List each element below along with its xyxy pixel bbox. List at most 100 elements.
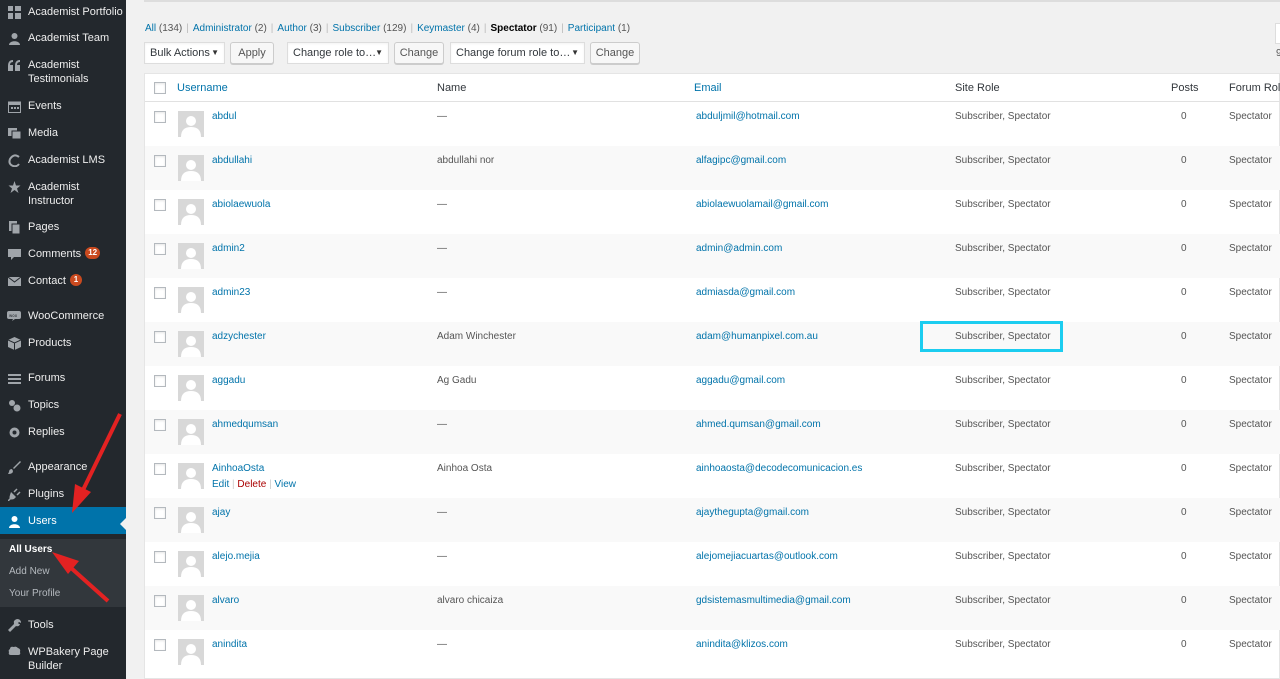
posts-count[interactable]: 0: [1181, 155, 1187, 166]
user-name: —: [437, 287, 447, 298]
username-link[interactable]: aggadu: [212, 375, 245, 386]
avatar: [178, 287, 204, 313]
email-link[interactable]: ainhoaosta@decodecomunicacion.es: [696, 463, 862, 474]
avatar: [178, 199, 204, 225]
table-row: anindita — anindita@klizos.com Subscriber, …: [145, 630, 1280, 674]
row-checkbox[interactable]: [154, 155, 166, 167]
row-checkbox[interactable]: [154, 507, 166, 519]
role-filter-links: All (134) | Administrator (2) | Author (3) | S…: [145, 23, 630, 34]
table-row: abdullahi abdullahi nor alfagipc@gmail.com…: [145, 146, 1280, 190]
row-checkbox[interactable]: [154, 595, 166, 607]
username-link[interactable]: admin2: [212, 243, 245, 254]
username-link[interactable]: admin23: [212, 287, 250, 298]
user-name: —: [437, 551, 447, 562]
forum-role: Spectator: [1229, 287, 1272, 298]
change-forum-role-button[interactable]: Change: [590, 42, 640, 64]
apply-button[interactable]: Apply: [230, 42, 274, 64]
forum-role: Spectator: [1229, 155, 1272, 166]
edit-link[interactable]: Edit: [212, 479, 229, 490]
filter-separator: |: [410, 23, 414, 34]
row-checkbox[interactable]: [154, 419, 166, 431]
email-link[interactable]: ajaythegupta@gmail.com: [696, 507, 809, 518]
change-role-button[interactable]: Change: [394, 42, 444, 64]
user-name: —: [437, 507, 447, 518]
column-username[interactable]: Username: [177, 82, 228, 94]
posts-count[interactable]: 0: [1181, 331, 1187, 342]
column-email[interactable]: Email: [694, 82, 722, 94]
username-link[interactable]: anindita: [212, 639, 247, 650]
table-header: Username Name Email Site Role Posts Foru…: [145, 74, 1280, 102]
table-row: ahmedqumsan — ahmed.qumsan@gmail.com Subscr…: [145, 410, 1280, 454]
select-all-checkbox[interactable]: [154, 82, 166, 94]
user-name: Ainhoa Osta: [437, 463, 493, 474]
change-role-select[interactable]: Change role to… ▼: [287, 42, 389, 64]
dropdown-arrow-icon: ▼: [211, 48, 219, 57]
row-checkbox[interactable]: [154, 551, 166, 563]
email-link[interactable]: abiolaewuolamail@gmail.com: [696, 199, 828, 210]
row-checkbox[interactable]: [154, 287, 166, 299]
posts-count[interactable]: 0: [1181, 419, 1187, 430]
posts-count[interactable]: 0: [1181, 507, 1187, 518]
posts-count[interactable]: 0: [1181, 375, 1187, 386]
delete-link[interactable]: Delete: [237, 479, 266, 490]
username-link[interactable]: AinhoaOsta: [212, 463, 264, 474]
email-link[interactable]: gdsistemasmultimedia@gmail.com: [696, 595, 851, 606]
filter-spectator[interactable]: Spectator: [490, 23, 536, 34]
posts-count[interactable]: 0: [1181, 199, 1187, 210]
avatar: [178, 243, 204, 269]
user-name: —: [437, 111, 447, 122]
username-link[interactable]: ahmedqumsan: [212, 419, 278, 430]
site-role: Subscriber, Spectator: [955, 243, 1051, 254]
search-input-edge[interactable]: [1275, 23, 1280, 44]
username-link[interactable]: alejo.mejia: [212, 551, 260, 562]
username-link[interactable]: ajay: [212, 507, 230, 518]
row-checkbox[interactable]: [154, 639, 166, 651]
row-checkbox[interactable]: [154, 199, 166, 211]
site-role: Subscriber, Spectator: [955, 507, 1051, 518]
avatar: [178, 595, 204, 621]
filter-keymaster[interactable]: Keymaster: [417, 23, 465, 34]
posts-count[interactable]: 0: [1181, 463, 1187, 474]
dropdown-arrow-icon: ▼: [571, 48, 579, 57]
row-checkbox[interactable]: [154, 463, 166, 475]
filter-author[interactable]: Author: [277, 23, 306, 34]
annotation-arrows: [52, 413, 122, 603]
email-link[interactable]: alejomejiacuartas@outlook.com: [696, 551, 838, 562]
filter-subscriber[interactable]: Subscriber: [333, 23, 381, 34]
posts-count[interactable]: 0: [1181, 243, 1187, 254]
column-name[interactable]: Name: [437, 82, 466, 94]
email-link[interactable]: alfagipc@gmail.com: [696, 155, 786, 166]
username-link[interactable]: adzychester: [212, 331, 266, 342]
posts-count[interactable]: 0: [1181, 595, 1187, 606]
email-link[interactable]: admin@admin.com: [696, 243, 782, 254]
posts-count[interactable]: 0: [1181, 287, 1187, 298]
change-forum-role-select[interactable]: Change forum role to… ▼: [450, 42, 585, 64]
filter-administrator[interactable]: Administrator: [193, 23, 252, 34]
email-link[interactable]: aggadu@gmail.com: [696, 375, 785, 386]
email-link[interactable]: adam@humanpixel.com.au: [696, 331, 818, 342]
row-checkbox[interactable]: [154, 375, 166, 387]
username-link[interactable]: abiolaewuola: [212, 199, 270, 210]
bulk-actions-select[interactable]: Bulk Actions ▼: [144, 42, 225, 64]
username-link[interactable]: abdul: [212, 111, 236, 122]
row-checkbox[interactable]: [154, 243, 166, 255]
email-link[interactable]: abduljmil@hotmail.com: [696, 111, 800, 122]
site-role: Subscriber, Spectator: [955, 375, 1051, 386]
column-posts: Posts: [1171, 82, 1199, 94]
username-link[interactable]: abdullahi: [212, 155, 252, 166]
column-site-role: Site Role: [955, 82, 1000, 94]
filter-participant[interactable]: Participant: [568, 23, 615, 34]
email-link[interactable]: admiasda@gmail.com: [696, 287, 795, 298]
posts-count[interactable]: 0: [1181, 111, 1187, 122]
posts-count[interactable]: 0: [1181, 639, 1187, 650]
row-actions: Edit | Delete | View: [212, 479, 296, 490]
change-role-value: Change role to…: [293, 47, 377, 59]
row-checkbox[interactable]: [154, 111, 166, 123]
filter-all[interactable]: All: [145, 23, 156, 34]
view-link[interactable]: View: [274, 479, 296, 490]
email-link[interactable]: ahmed.qumsan@gmail.com: [696, 419, 821, 430]
row-checkbox[interactable]: [154, 331, 166, 343]
username-link[interactable]: alvaro: [212, 595, 239, 606]
email-link[interactable]: anindita@klizos.com: [696, 639, 788, 650]
posts-count[interactable]: 0: [1181, 551, 1187, 562]
